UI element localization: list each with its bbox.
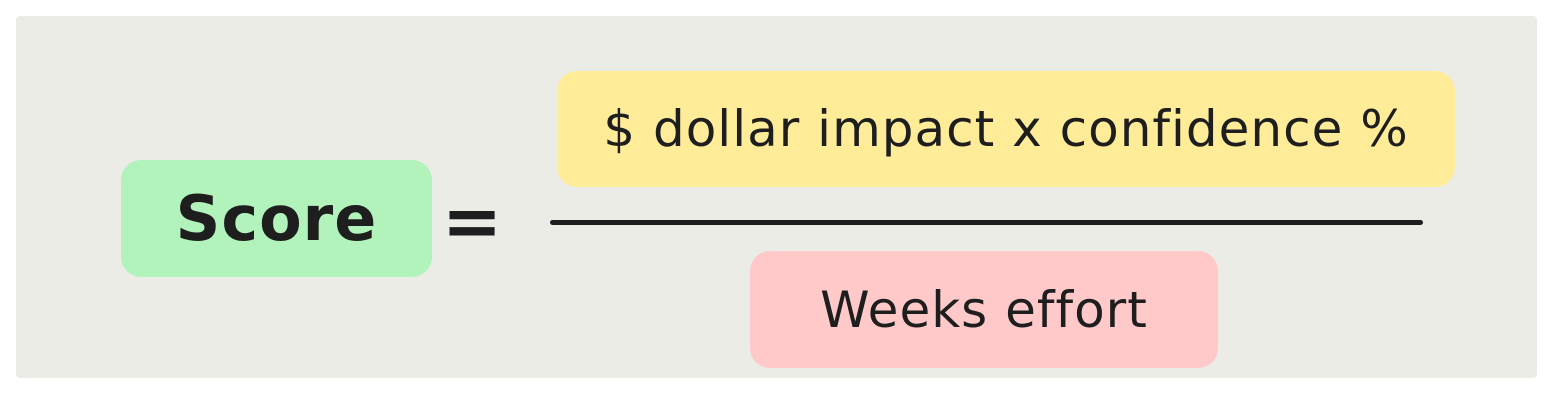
diagram-canvas: Score = $ dollar impact x confidence % W… bbox=[16, 16, 1537, 378]
denominator-label: Weeks effort bbox=[820, 280, 1148, 339]
equals-sign: = bbox=[441, 179, 503, 263]
fraction-line bbox=[550, 220, 1423, 225]
score-label: Score bbox=[175, 182, 378, 255]
score-box: Score bbox=[121, 160, 432, 277]
denominator-box: Weeks effort bbox=[750, 251, 1218, 368]
numerator-box: $ dollar impact x confidence % bbox=[557, 71, 1455, 187]
numerator-label: $ dollar impact x confidence % bbox=[603, 100, 1409, 158]
